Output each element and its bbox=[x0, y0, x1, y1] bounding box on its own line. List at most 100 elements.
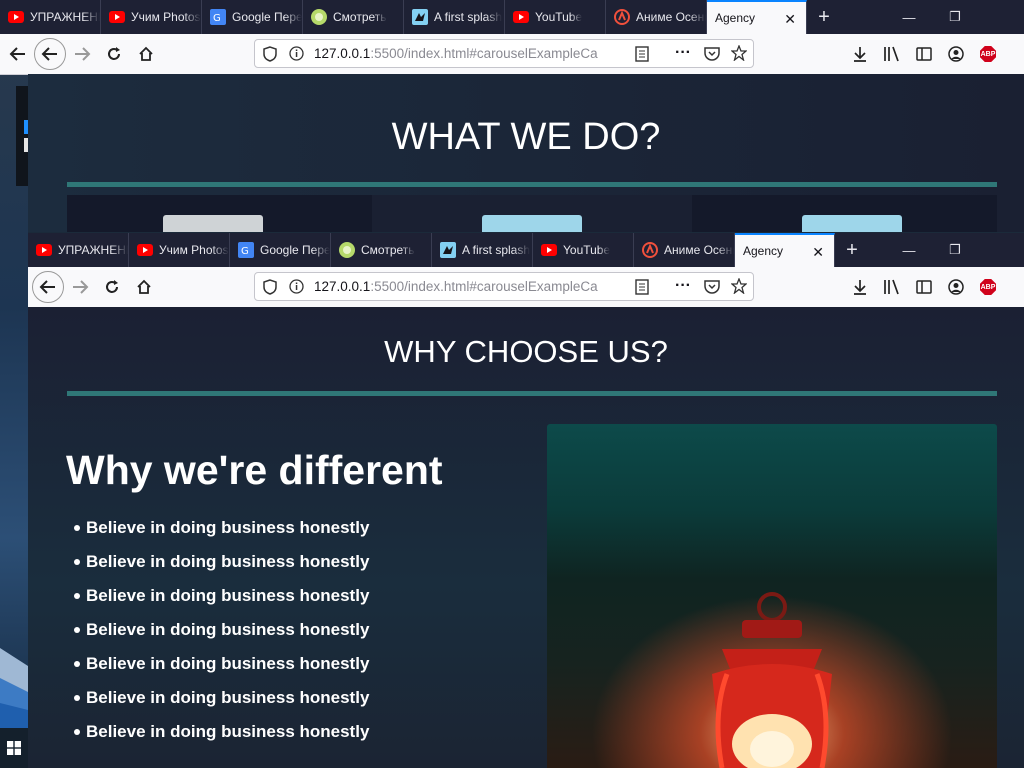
list-item: Believe in doing business honestly bbox=[73, 653, 369, 687]
tab-agency-active[interactable]: Agency ✕ bbox=[735, 233, 835, 267]
green-site-icon bbox=[339, 242, 355, 258]
pocket-icon[interactable] bbox=[704, 46, 720, 64]
tab-google-translate[interactable]: G Google Переводчик bbox=[230, 233, 331, 267]
home-icon[interactable] bbox=[130, 38, 162, 70]
forward-icon[interactable] bbox=[66, 38, 98, 70]
tab-label: Смотреть bbox=[333, 10, 387, 24]
tab-youtube-3[interactable]: YouTube bbox=[533, 233, 634, 267]
youtube-icon bbox=[137, 242, 153, 258]
tab-google-translate[interactable]: G Google Переводчик bbox=[202, 0, 303, 34]
back-button[interactable] bbox=[34, 38, 66, 70]
tab-anime[interactable]: Аниме Осень bbox=[634, 233, 735, 267]
forward-icon[interactable] bbox=[64, 271, 96, 303]
pocket-icon[interactable] bbox=[704, 279, 720, 297]
tab-mdn[interactable]: A first splash bbox=[432, 233, 533, 267]
section-heading: WHAT WE DO? bbox=[391, 116, 661, 158]
reader-view-icon[interactable] bbox=[635, 279, 649, 298]
new-tab-button[interactable]: + bbox=[835, 233, 869, 267]
library-icon[interactable] bbox=[876, 271, 908, 303]
url-text: 127.0.0.1:5500/index.html#carouselExampl… bbox=[314, 46, 598, 61]
shield-icon[interactable] bbox=[263, 279, 277, 298]
close-tab-icon[interactable]: ✕ bbox=[812, 244, 824, 261]
sidebar-icon[interactable] bbox=[908, 38, 940, 70]
youtube-icon bbox=[541, 242, 557, 258]
list-item: Believe in doing business honestly bbox=[73, 585, 369, 619]
tab-youtube-3[interactable]: YouTube bbox=[505, 0, 606, 34]
service-card bbox=[67, 195, 372, 232]
tab-mdn[interactable]: A first splash bbox=[404, 0, 505, 34]
tab-anime[interactable]: Аниме Осень bbox=[606, 0, 707, 34]
tab-smotret[interactable]: Смотреть bbox=[303, 0, 404, 34]
tab-youtube-2[interactable]: Учим Photoshop bbox=[101, 0, 202, 34]
page-content-why-choose-us: WHY CHOOSE US? Why we're different Belie… bbox=[28, 307, 1024, 768]
tab-youtube-1[interactable]: УПРАЖНЕНИЕ bbox=[0, 0, 101, 34]
nav-toolbar: 127.0.0.1:5500/index.html#carouselExampl… bbox=[28, 267, 1024, 308]
sidebar-icon[interactable] bbox=[908, 271, 940, 303]
service-card bbox=[692, 195, 997, 232]
lantern-image bbox=[547, 424, 997, 768]
reload-icon[interactable] bbox=[98, 38, 130, 70]
restore-icon[interactable]: ❐ bbox=[932, 233, 978, 267]
tab-smotret[interactable]: Смотреть bbox=[331, 233, 432, 267]
list-item: Believe in doing business honestly bbox=[73, 721, 369, 755]
list-item: Believe in doing business honestly bbox=[73, 517, 369, 551]
youtube-icon bbox=[109, 9, 125, 25]
tab-agency-active[interactable]: Agency ✕ bbox=[707, 0, 807, 34]
minimize-icon[interactable]: — bbox=[886, 233, 932, 267]
page-actions-icon[interactable]: ··· bbox=[675, 44, 691, 62]
svg-text:G: G bbox=[213, 13, 221, 24]
info-icon[interactable] bbox=[289, 46, 304, 64]
tab-label: A first splash bbox=[434, 10, 503, 24]
adblock-icon[interactable]: ABP bbox=[972, 38, 1004, 70]
address-bar[interactable]: 127.0.0.1:5500/index.html#carouselExampl… bbox=[254, 272, 754, 301]
url-text: 127.0.0.1:5500/index.html#carouselExampl… bbox=[314, 279, 598, 294]
adblock-icon[interactable]: ABP bbox=[972, 271, 1004, 303]
service-image bbox=[163, 215, 263, 232]
tab-label: Смотреть bbox=[361, 243, 415, 257]
minimize-icon[interactable]: — bbox=[886, 0, 932, 34]
tab-youtube-1[interactable]: УПРАЖНЕНИЕ bbox=[28, 233, 129, 267]
library-icon[interactable] bbox=[876, 38, 908, 70]
home-icon[interactable] bbox=[128, 271, 160, 303]
tab-youtube-2[interactable]: Учим Photoshop bbox=[129, 233, 230, 267]
url-host: 127.0.0.1 bbox=[314, 46, 371, 61]
back-icon[interactable] bbox=[2, 38, 34, 70]
nav-toolbar: 127.0.0.1:5500/index.html#carouselExampl… bbox=[0, 34, 1024, 75]
back-button[interactable] bbox=[32, 271, 64, 303]
mdn-icon bbox=[440, 242, 456, 258]
page-actions-icon[interactable]: ··· bbox=[675, 277, 691, 295]
window-controls: — ❐ ✕ bbox=[886, 0, 1024, 34]
tab-label: Google Переводчик bbox=[232, 10, 302, 24]
service-image bbox=[802, 215, 902, 232]
tab-strip: УПРАЖНЕНИЕ Учим Photoshop G Google Перев… bbox=[28, 233, 1024, 267]
restore-icon[interactable]: ❐ bbox=[932, 0, 978, 34]
window-controls: — ❐ ✕ bbox=[886, 233, 1024, 267]
address-bar[interactable]: 127.0.0.1:5500/index.html#carouselExampl… bbox=[254, 39, 754, 68]
download-icon[interactable] bbox=[844, 271, 876, 303]
heading-divider bbox=[67, 182, 997, 187]
tab-label: Учим Photoshop bbox=[159, 243, 229, 257]
reload-icon[interactable] bbox=[96, 271, 128, 303]
tab-label: YouTube bbox=[535, 10, 583, 24]
reader-view-icon[interactable] bbox=[635, 46, 649, 65]
reasons-list: Believe in doing business honestly Belie… bbox=[73, 517, 369, 755]
background-window-fragment bbox=[16, 86, 28, 186]
new-tab-button[interactable]: + bbox=[807, 0, 841, 34]
bookmark-star-icon[interactable] bbox=[730, 277, 748, 297]
toolbar-right: ABP bbox=[844, 271, 1004, 303]
page-content-what-we-do: WHAT WE DO? bbox=[28, 74, 1024, 232]
windows-start-button[interactable] bbox=[0, 728, 28, 768]
url-host: 127.0.0.1 bbox=[314, 279, 371, 294]
url-path: :5500/index.html#carouselExampleCa bbox=[370, 279, 598, 294]
tab-label: Аниме Осень bbox=[636, 10, 706, 24]
section-heading: WHY CHOOSE US? bbox=[384, 334, 668, 369]
bookmark-star-icon[interactable] bbox=[730, 44, 748, 64]
info-icon[interactable] bbox=[289, 279, 304, 297]
download-icon[interactable] bbox=[844, 38, 876, 70]
anime-site-icon bbox=[642, 242, 658, 258]
close-tab-icon[interactable]: ✕ bbox=[784, 11, 796, 28]
account-icon[interactable] bbox=[940, 271, 972, 303]
shield-icon[interactable] bbox=[263, 46, 277, 65]
tab-strip: УПРАЖНЕНИЕ Учим Photoshop G Google Перев… bbox=[0, 0, 1024, 34]
account-icon[interactable] bbox=[940, 38, 972, 70]
